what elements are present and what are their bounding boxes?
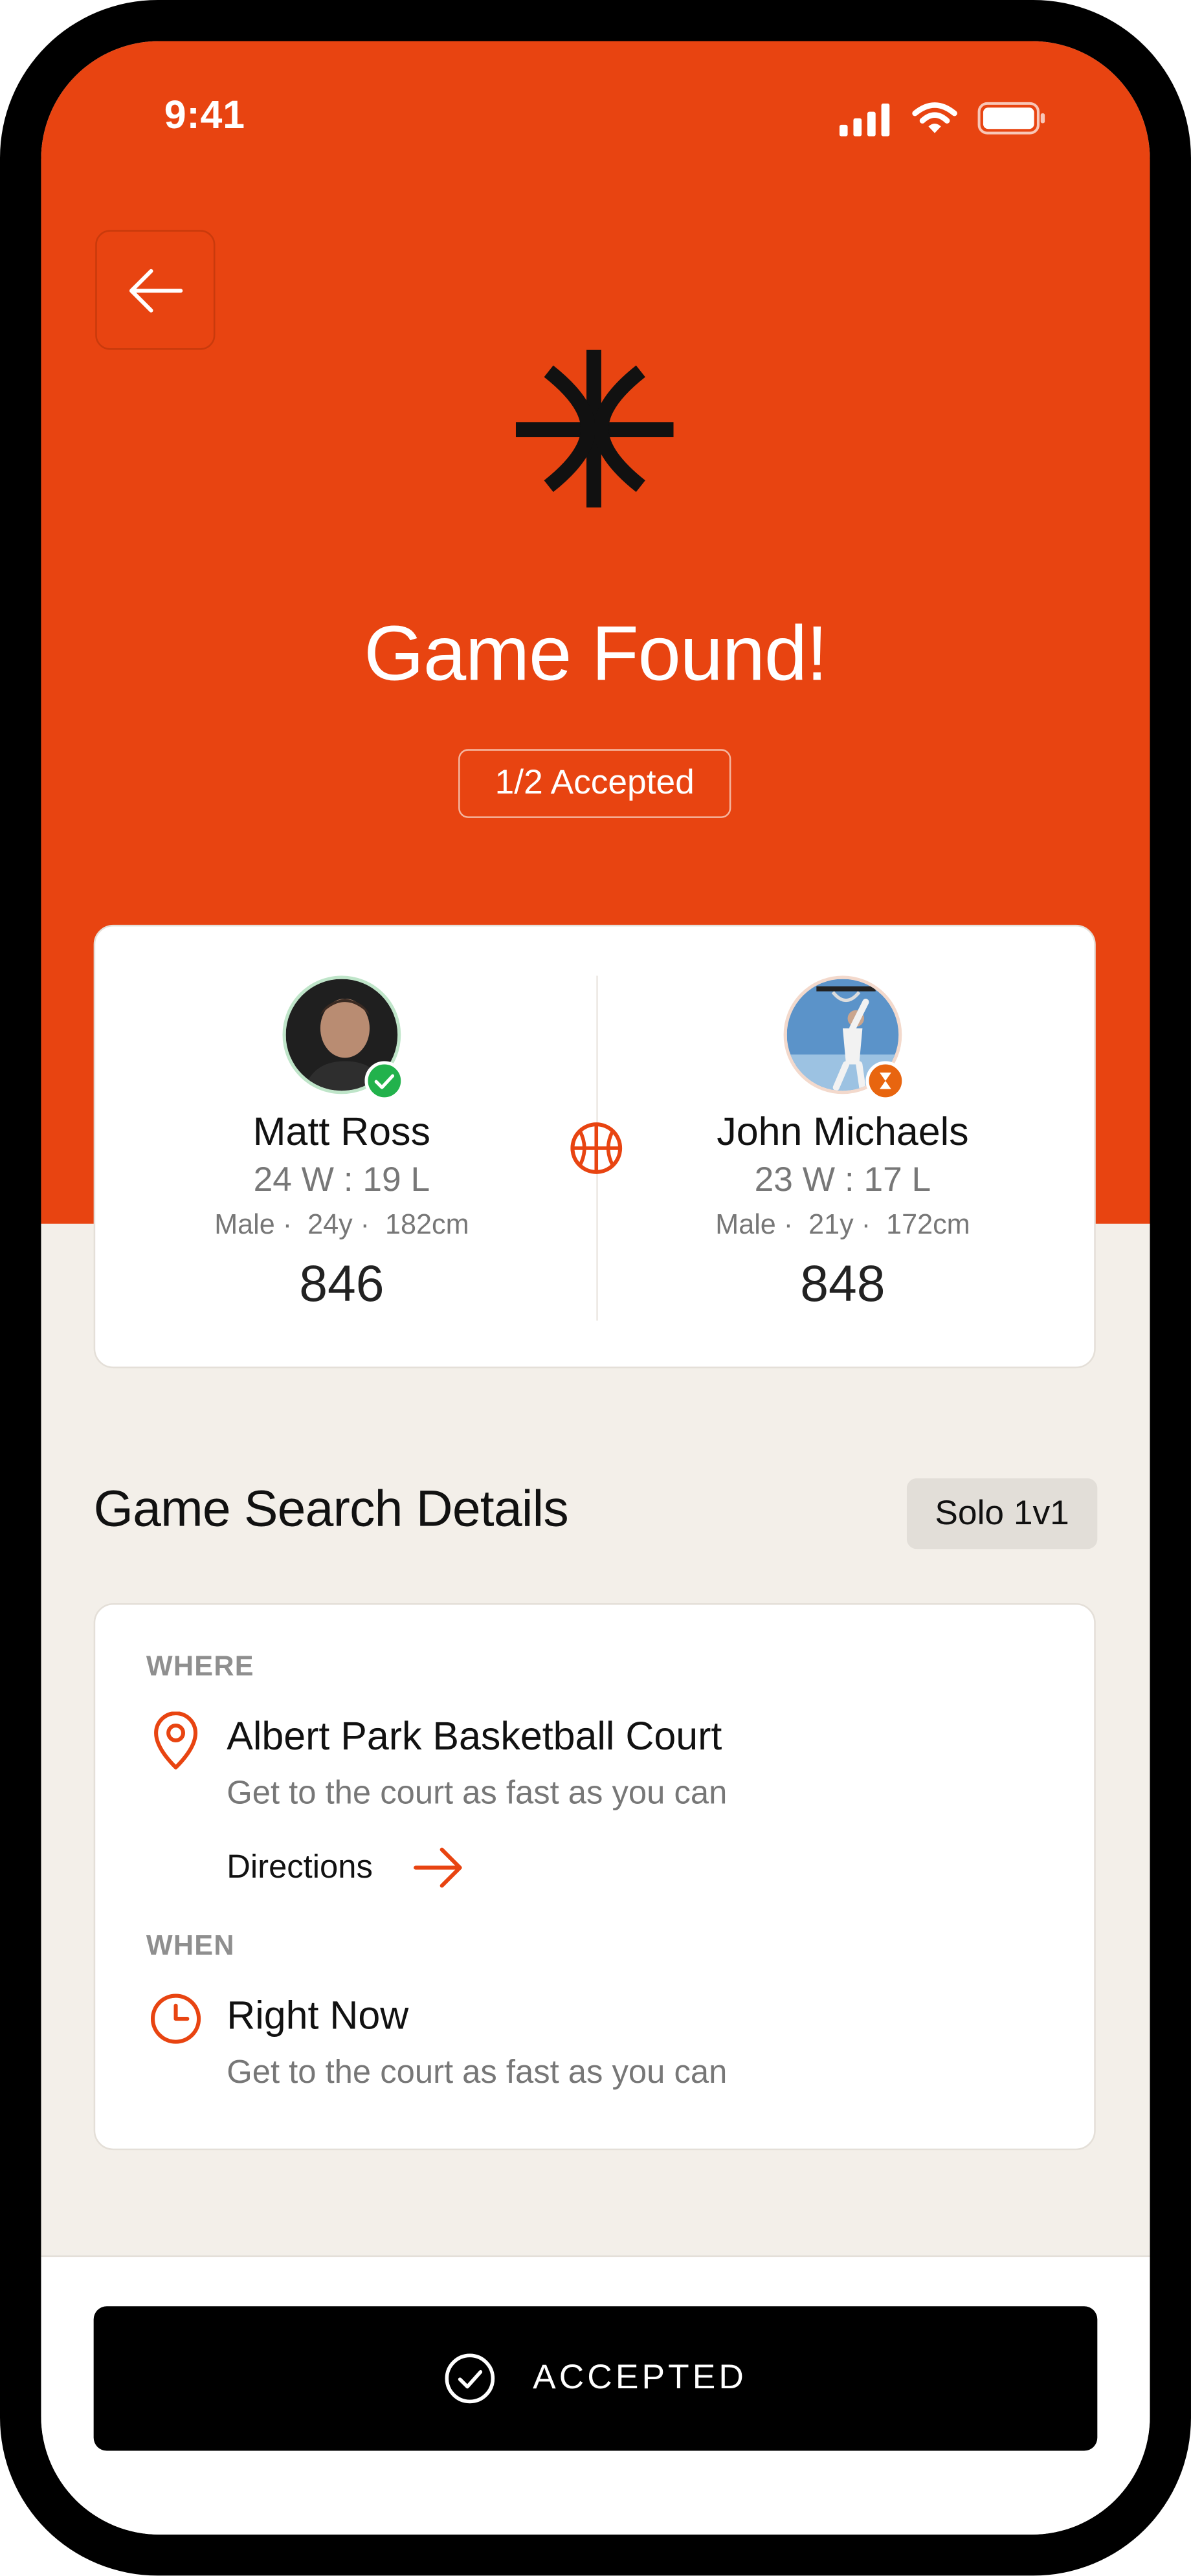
check-circle-icon bbox=[445, 2353, 495, 2404]
status-time: 9:41 bbox=[164, 93, 245, 139]
hourglass-badge-icon bbox=[865, 1061, 906, 1101]
location-pin-icon bbox=[154, 1711, 198, 1770]
back-button[interactable] bbox=[95, 230, 216, 350]
accepted-label: ACCEPTED bbox=[533, 2359, 747, 2397]
signal-icon bbox=[839, 103, 890, 137]
player-gender: Male bbox=[715, 1208, 776, 1241]
arrow-right-icon bbox=[413, 1847, 462, 1888]
player-gender: Male bbox=[214, 1208, 275, 1241]
player-card-1[interactable]: Matt Ross 24 W : 19 L Male · 24y · 182cm… bbox=[95, 926, 588, 1370]
player-rating: 846 bbox=[299, 1254, 384, 1313]
page-title: Game Found! bbox=[364, 609, 828, 697]
bottom-bar: ACCEPTED bbox=[41, 2255, 1150, 2535]
player-meta: Male · 24y · 182cm bbox=[214, 1208, 469, 1241]
location-name: Albert Park Basketball Court bbox=[227, 1715, 722, 1760]
game-mode-badge: Solo 1v1 bbox=[906, 1478, 1098, 1549]
battery-icon bbox=[977, 102, 1045, 135]
players-card: Matt Ross 24 W : 19 L Male · 24y · 182cm… bbox=[93, 924, 1096, 1370]
player-name: John Michaels bbox=[717, 1110, 969, 1155]
section-title: Game Search Details bbox=[93, 1480, 569, 1538]
details-card: WHERE Albert Park Basketball Court Get t… bbox=[93, 1603, 1096, 2151]
player-meta: Male · 21y · 172cm bbox=[715, 1208, 970, 1241]
player-record: 23 W : 17 L bbox=[754, 1161, 931, 1199]
accepted-button[interactable]: ACCEPTED bbox=[93, 2306, 1098, 2451]
player-rating: 848 bbox=[800, 1254, 885, 1313]
clock-icon bbox=[150, 1993, 201, 2044]
where-label: WHERE bbox=[146, 1650, 254, 1682]
player-height: 172cm bbox=[886, 1208, 970, 1241]
time-hint: Get to the court as fast as you can bbox=[227, 2054, 728, 2091]
player-record: 24 W : 19 L bbox=[253, 1161, 430, 1199]
player-age: 21y bbox=[808, 1208, 854, 1241]
location-hint: Get to the court as fast as you can bbox=[227, 1775, 728, 1812]
directions-link[interactable]: Directions bbox=[227, 1843, 465, 1893]
player-name: Matt Ross bbox=[252, 1110, 430, 1155]
screen: 9:41 Game Found! 1/2 Accepted Matt Ross … bbox=[41, 41, 1150, 2535]
wifi-icon bbox=[912, 102, 957, 133]
accepted-status-badge: 1/2 Accepted bbox=[458, 749, 731, 818]
player-card-2[interactable]: John Michaels 23 W : 17 L Male · 21y · 1… bbox=[596, 926, 1089, 1370]
brand-logo-icon bbox=[515, 350, 674, 508]
back-arrow-icon bbox=[128, 268, 182, 312]
player-height: 182cm bbox=[385, 1208, 469, 1241]
player-age: 24y bbox=[307, 1208, 353, 1241]
when-label: WHEN bbox=[146, 1930, 235, 1962]
time-value: Right Now bbox=[227, 1994, 409, 2039]
directions-label: Directions bbox=[227, 1849, 373, 1885]
check-badge-icon bbox=[364, 1061, 405, 1101]
